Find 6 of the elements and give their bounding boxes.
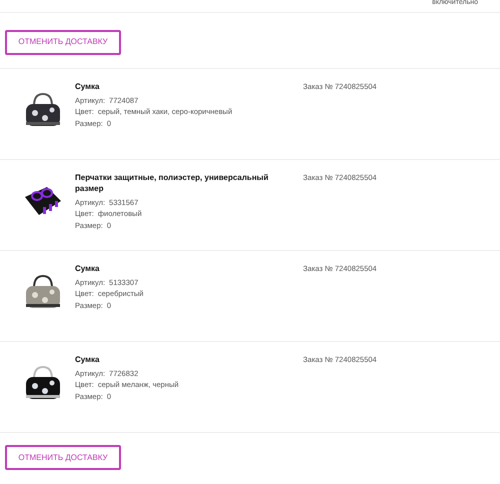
cancel-delivery-button[interactable]: ОТМЕНИТЬ ДОСТАВКУ — [5, 445, 121, 470]
product-name: Сумка — [75, 262, 100, 274]
cancel-delivery-button[interactable]: ОТМЕНИТЬ ДОСТАВКУ — [5, 30, 121, 54]
product-name: Перчатки защитные, полиэстер, универсальный размер — [75, 172, 270, 194]
product-name: Сумка — [75, 80, 100, 92]
product-name: Сумка — [75, 354, 100, 364]
